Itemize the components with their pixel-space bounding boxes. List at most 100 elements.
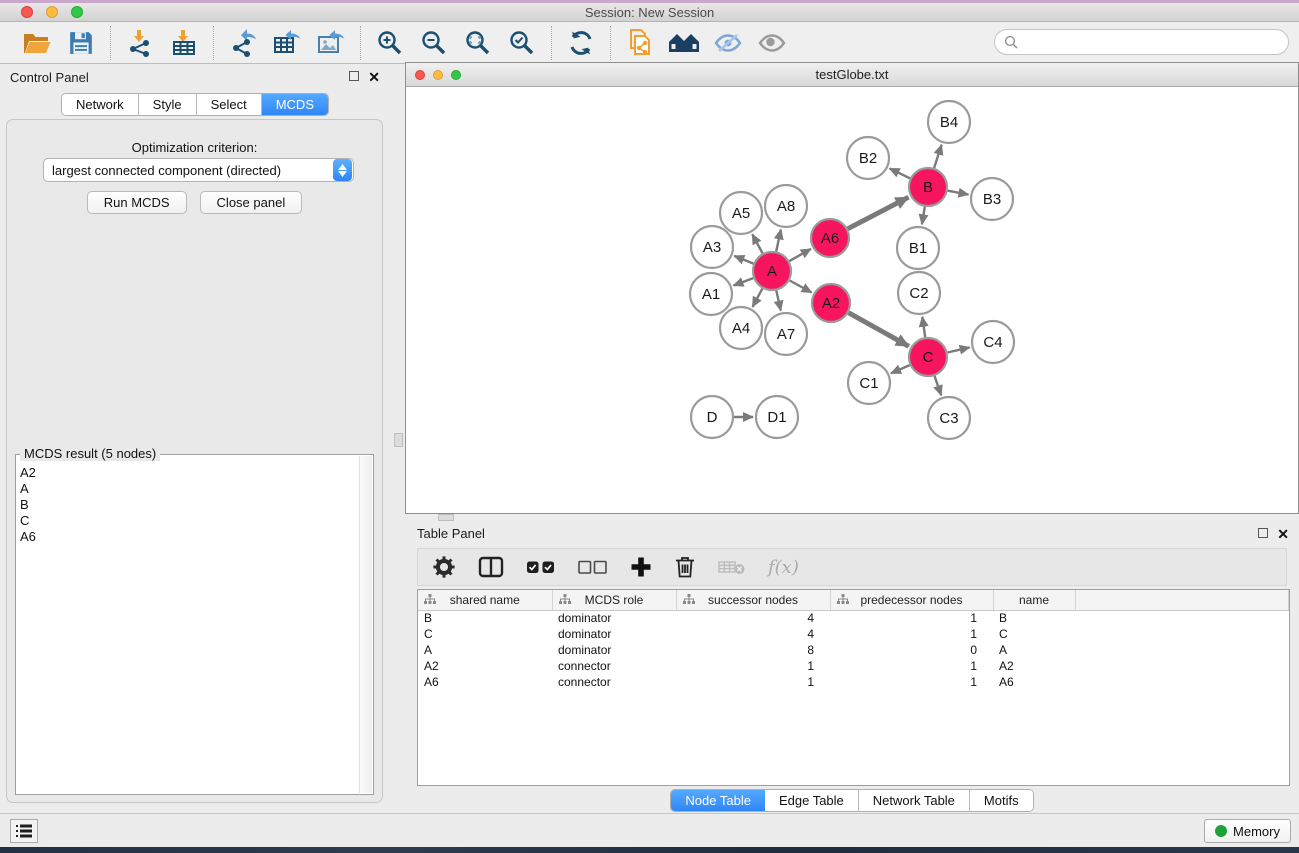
- graph-edge-A-A8[interactable]: [776, 230, 781, 252]
- float-panel-icon[interactable]: [349, 71, 359, 83]
- graph-edge-B-B2[interactable]: [890, 168, 910, 178]
- table-cell[interactable]: 1: [676, 674, 830, 690]
- graph-node-D[interactable]: D: [691, 396, 733, 438]
- table-cell[interactable]: 4: [676, 626, 830, 642]
- horizontal-splitter-grip[interactable]: [438, 514, 454, 521]
- table-cell[interactable]: A6: [993, 674, 1075, 690]
- graph-edge-A-A5[interactable]: [752, 234, 762, 253]
- graph-edge-C-C4[interactable]: [948, 347, 970, 352]
- table-cell[interactable]: A: [993, 642, 1075, 658]
- splitter-grip[interactable]: [394, 433, 403, 447]
- vertical-splitter[interactable]: [390, 64, 405, 813]
- show-all-icon[interactable]: [754, 26, 790, 60]
- table-cell[interactable]: A2: [993, 658, 1075, 674]
- graph-node-B4[interactable]: B4: [928, 101, 970, 143]
- table-cell[interactable]: dominator: [552, 642, 676, 658]
- graph-node-B1[interactable]: B1: [897, 227, 939, 269]
- graph-node-A7[interactable]: A7: [765, 313, 807, 355]
- float-table-panel-icon[interactable]: [1258, 528, 1268, 540]
- table-cell[interactable]: 1: [676, 658, 830, 674]
- graph-node-C4[interactable]: C4: [972, 321, 1014, 363]
- close-panel-button[interactable]: Close panel: [200, 191, 303, 214]
- zoom-selected-icon[interactable]: [504, 26, 540, 60]
- mcds-result-item[interactable]: A: [20, 481, 359, 497]
- add-column-icon[interactable]: [630, 552, 652, 582]
- graph-edge-A6-B[interactable]: [848, 197, 909, 229]
- column-header[interactable]: predecessor nodes: [830, 590, 993, 610]
- zoom-out-icon[interactable]: [416, 26, 452, 60]
- show-column-icon[interactable]: [478, 552, 504, 582]
- zoom-in-icon[interactable]: [372, 26, 408, 60]
- table-cell[interactable]: C: [993, 626, 1075, 642]
- graph-edge-A-A4[interactable]: [753, 289, 763, 307]
- search-input[interactable]: [1023, 35, 1288, 50]
- table-cell[interactable]: dominator: [552, 610, 676, 626]
- graph-node-C1[interactable]: C1: [848, 362, 890, 404]
- mcds-result-item[interactable]: A2: [20, 465, 359, 481]
- graph-node-D1[interactable]: D1: [756, 396, 798, 438]
- combo-stepper-icon[interactable]: [333, 159, 352, 181]
- run-mcds-button[interactable]: Run MCDS: [87, 191, 187, 214]
- table-row[interactable]: Bdominator41B: [418, 610, 1289, 626]
- table-cell[interactable]: dominator: [552, 626, 676, 642]
- mcds-result-scrollbar[interactable]: [359, 456, 372, 793]
- graph-edge-A-A6[interactable]: [789, 249, 811, 261]
- graph-edge-C-C2[interactable]: [922, 317, 925, 337]
- graph-edge-C-C1[interactable]: [891, 365, 910, 373]
- graph-node-B[interactable]: B: [909, 168, 947, 206]
- graph-node-A1[interactable]: A1: [690, 273, 732, 315]
- delete-column-icon[interactable]: [674, 552, 696, 582]
- zoom-fit-icon[interactable]: [460, 26, 496, 60]
- column-header[interactable]: name: [993, 590, 1075, 610]
- graph-node-C[interactable]: C: [909, 338, 947, 376]
- table-cell[interactable]: connector: [552, 658, 676, 674]
- graph-node-A[interactable]: A: [753, 252, 791, 290]
- table-cell[interactable]: B: [993, 610, 1075, 626]
- graph-node-C3[interactable]: C3: [928, 397, 970, 439]
- graph-edge-A-A2[interactable]: [790, 281, 812, 293]
- network-window-titlebar[interactable]: testGlobe.txt: [406, 63, 1298, 87]
- tab-network-table[interactable]: Network Table: [859, 790, 970, 811]
- graph-node-A8[interactable]: A8: [765, 185, 807, 227]
- apply-layout-icon[interactable]: [563, 26, 599, 60]
- select-all-checks-icon[interactable]: [526, 552, 556, 582]
- table-cell[interactable]: 1: [830, 674, 993, 690]
- table-cell[interactable]: 0: [830, 642, 993, 658]
- close-panel-icon[interactable]: ✕: [368, 70, 380, 84]
- search-field[interactable]: [994, 29, 1289, 55]
- table-cell[interactable]: 4: [676, 610, 830, 626]
- hide-selected-icon[interactable]: [710, 26, 746, 60]
- graph-edge-A-A3[interactable]: [734, 256, 753, 264]
- graph-node-A5[interactable]: A5: [720, 192, 762, 234]
- table-row[interactable]: A2connector11A2: [418, 658, 1289, 674]
- graph-edge-B-B4[interactable]: [934, 145, 942, 168]
- deselect-all-checks-icon[interactable]: [578, 552, 608, 582]
- graph-node-A3[interactable]: A3: [691, 226, 733, 268]
- tab-select[interactable]: Select: [197, 94, 262, 115]
- tab-network[interactable]: Network: [62, 94, 139, 115]
- import-network-icon[interactable]: [122, 26, 158, 60]
- export-table-icon[interactable]: [269, 26, 305, 60]
- graph-edge-A-A7[interactable]: [776, 291, 781, 311]
- import-table-icon[interactable]: [166, 26, 202, 60]
- column-header[interactable]: shared name: [418, 590, 552, 610]
- tab-edge-table[interactable]: Edge Table: [765, 790, 859, 811]
- table-cell[interactable]: connector: [552, 674, 676, 690]
- table-cell[interactable]: A: [418, 642, 552, 658]
- table-cell[interactable]: A2: [418, 658, 552, 674]
- graph-node-B2[interactable]: B2: [847, 137, 889, 179]
- task-history-button[interactable]: [10, 819, 38, 843]
- table-row[interactable]: Cdominator41C: [418, 626, 1289, 642]
- table-row[interactable]: A6connector11A6: [418, 674, 1289, 690]
- graph-edge-C-C3[interactable]: [935, 376, 942, 395]
- column-header[interactable]: MCDS role: [552, 590, 676, 610]
- graph-edge-A-A1[interactable]: [734, 278, 754, 285]
- tab-style[interactable]: Style: [139, 94, 197, 115]
- criterion-select[interactable]: largest connected component (directed): [43, 158, 354, 182]
- mcds-result-item[interactable]: A6: [20, 529, 359, 545]
- graph-node-C2[interactable]: C2: [898, 272, 940, 314]
- open-file-icon[interactable]: [19, 26, 55, 60]
- new-network-from-selection-icon[interactable]: [622, 26, 658, 60]
- graph-edge-A2-C[interactable]: [849, 313, 909, 347]
- column-header[interactable]: successor nodes: [676, 590, 830, 610]
